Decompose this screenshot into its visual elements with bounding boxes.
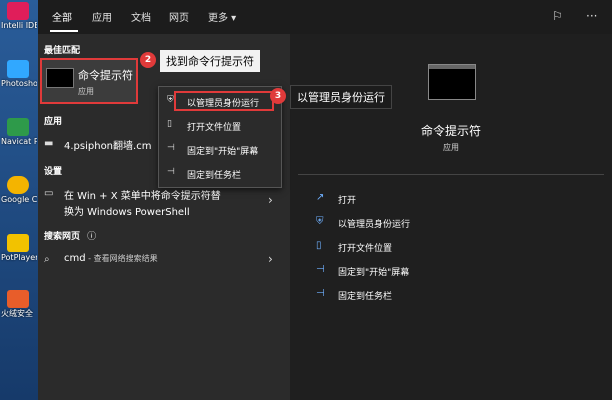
desktop-icon-label: 火绒安全 (1, 309, 33, 318)
settings-result-row[interactable]: ▭ 在 Win + X 菜单中将命令提示符替 换为 Windows PowerS… (38, 186, 290, 218)
desktop-icon-label: Intelli IDEA 2020.2 (1, 21, 37, 30)
chrome-icon (7, 176, 29, 194)
step-badge-3: 3 (270, 88, 286, 104)
web-search-heading-label: 搜索网页 (44, 232, 81, 242)
web-result-row[interactable]: ⌕ cmd - 查看网络搜索结果 › (38, 252, 290, 270)
navicat-icon (7, 118, 29, 136)
best-match-title: 命令提示符 (78, 69, 133, 82)
settings-window-icon: ▭ (44, 188, 54, 199)
desktop-icon-label: Navicat Premium (1, 137, 37, 146)
app-result-label: 4.psiphon翻墙.cm (64, 141, 152, 152)
search-panel: 全部 应用 文档 网页 更多 ▾ ⚐ ··· 最佳匹配 命令提示符 应用 应用 … (38, 0, 612, 400)
desktop-strip: Intelli IDEA 2020.2 Photoshop CC 2018 Na… (0, 0, 38, 400)
desktop-icon-label: Google Chrome (1, 195, 37, 204)
tab-web[interactable]: 网页 (169, 9, 189, 24)
tab-all[interactable]: 全部 (52, 9, 72, 24)
potplayer-icon (7, 234, 29, 252)
ctx-label: 固定到"开始"屏幕 (187, 147, 259, 157)
folder-icon: ▯ (167, 119, 172, 129)
desktop-icon-potplayer[interactable]: PotPlayer 64 bit (1, 234, 37, 262)
callout-run-as-admin: 以管理员身份运行 (290, 85, 392, 109)
chevron-right-icon[interactable]: › (268, 252, 273, 266)
callout-find-cmd: 找到命令行提示符 (160, 50, 260, 72)
tab-more[interactable]: 更多 ▾ (208, 9, 236, 24)
best-match-heading: 最佳匹配 (44, 46, 81, 56)
action-label: 固定到"开始"屏幕 (338, 268, 410, 278)
web-search-heading: 搜索网页 ⓘ (44, 229, 96, 242)
desktop-icon-chrome[interactable]: Google Chrome (1, 176, 37, 204)
photoshop-icon (7, 60, 29, 78)
web-result-suffix: - 查看网络搜索结果 (85, 254, 158, 263)
best-match-subtitle: 应用 (78, 87, 94, 96)
feedback-icon[interactable]: ⚐ (552, 9, 563, 23)
action-label: 打开 (338, 196, 357, 206)
folder-icon: ▯ (316, 240, 322, 251)
shield-icon: ⛨ (316, 216, 324, 227)
step-badge-2: 2 (140, 52, 156, 68)
huorong-icon (7, 290, 29, 308)
apps-heading: 应用 (44, 117, 63, 127)
action-label: 固定到任务栏 (338, 292, 393, 302)
shield-icon: ⛨ (167, 95, 174, 105)
settings-result-line2: 换为 Windows PowerShell (64, 207, 190, 218)
ctx-open-file-location[interactable]: ▯ 打开文件位置 (159, 117, 281, 135)
search-icon: ⌕ (44, 254, 50, 265)
web-result-query: cmd (64, 253, 86, 264)
context-highlight-box (174, 91, 274, 111)
more-icon[interactable]: ··· (586, 9, 597, 23)
cmd-icon (46, 68, 74, 88)
settings-heading: 设置 (44, 167, 63, 177)
detail-subtitle: 应用 (443, 143, 459, 152)
chevron-right-icon[interactable]: › (268, 193, 273, 207)
pin-icon: ⊣ (316, 288, 325, 299)
settings-result-line1: 在 Win + X 菜单中将命令提示符替 (64, 191, 221, 202)
desktop-icon-label: Photoshop CC 2018 (1, 79, 37, 88)
idea-icon (7, 2, 29, 20)
pin-icon: ⊣ (167, 167, 175, 177)
desktop-icon-huorong[interactable]: 火绒安全 (1, 290, 37, 318)
active-tab-indicator (50, 30, 78, 32)
desktop-icon-label: PotPlayer 64 bit (1, 253, 37, 262)
ctx-label: 打开文件位置 (187, 123, 242, 133)
desktop-icon-navicat[interactable]: Navicat Premium (1, 118, 37, 146)
action-label: 以管理员身份运行 (338, 220, 411, 230)
file-icon: ▬ (44, 138, 54, 149)
action-label: 打开文件位置 (338, 244, 393, 254)
open-icon: ↗ (316, 192, 325, 203)
search-tabs: 全部 应用 文档 网页 更多 ▾ ⚐ ··· (38, 0, 612, 34)
ctx-pin-taskbar[interactable]: ⊣ 固定到任务栏 (159, 165, 281, 183)
best-match-item[interactable]: 命令提示符 应用 (40, 58, 138, 104)
ctx-pin-start[interactable]: ⊣ 固定到"开始"屏幕 (159, 141, 281, 159)
detail-title: 命令提示符 (420, 124, 481, 138)
pin-icon: ⊣ (316, 264, 325, 275)
detail-divider (298, 174, 604, 175)
web-result-text: cmd - 查看网络搜索结果 (64, 253, 158, 264)
cmd-large-icon (428, 64, 476, 100)
pin-icon: ⊣ (167, 143, 175, 153)
ctx-label: 固定到任务栏 (187, 171, 242, 181)
tab-documents[interactable]: 文档 (131, 9, 151, 24)
tab-apps[interactable]: 应用 (92, 9, 112, 24)
info-icon[interactable]: ⓘ (87, 232, 96, 242)
desktop-icon-idea[interactable]: Intelli IDEA 2020.2 (1, 2, 37, 30)
desktop-icon-photoshop[interactable]: Photoshop CC 2018 (1, 60, 37, 88)
